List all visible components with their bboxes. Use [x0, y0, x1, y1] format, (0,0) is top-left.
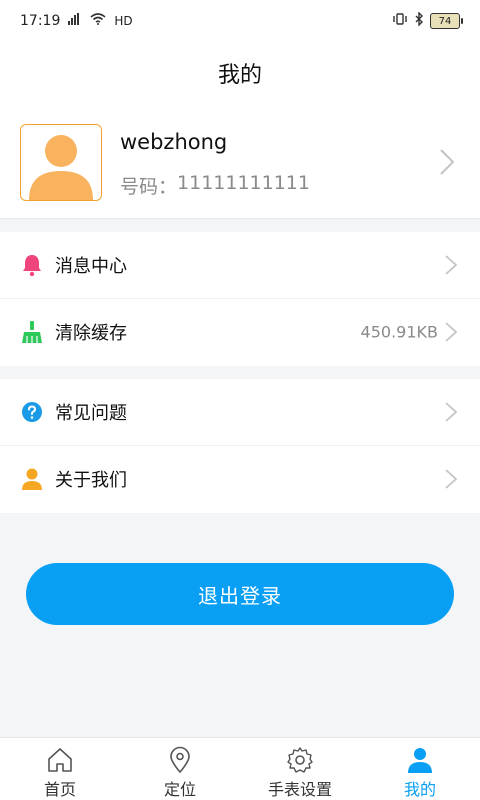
menu-group-1: 消息中心 清除缓存 450.91KB — [0, 232, 480, 366]
question-icon — [22, 402, 42, 422]
gear-icon — [287, 747, 313, 773]
tab-home[interactable]: 首页 — [0, 738, 120, 800]
profile-card[interactable]: webzhong 号码： 11111111111 — [0, 104, 480, 219]
broom-icon — [22, 321, 42, 343]
chevron-right-icon — [445, 469, 458, 489]
location-pin-icon — [170, 746, 190, 774]
phone-row: 号码： 11111111111 — [120, 172, 310, 199]
bluetooth-icon — [414, 11, 424, 30]
avatar[interactable] — [20, 124, 102, 201]
menu-item-about-us[interactable]: 关于我们 — [0, 446, 480, 512]
status-bar: 17:19 HD 74 — [0, 0, 480, 42]
username: webzhong — [120, 130, 228, 154]
bottom-tab-bar: 首页 定位 手表设置 我的 — [0, 737, 480, 800]
chevron-right-icon — [445, 255, 458, 275]
page-title-bar: 我的 — [0, 42, 480, 105]
wifi-icon — [90, 13, 106, 29]
menu-item-label: 关于我们 — [55, 470, 127, 491]
menu-item-faq[interactable]: 常见问题 — [0, 379, 480, 446]
menu-item-label: 常见问题 — [55, 403, 127, 424]
user-icon — [408, 748, 432, 773]
tab-label: 我的 — [403, 780, 436, 799]
home-icon — [48, 748, 72, 772]
status-time: 17:19 — [20, 13, 61, 29]
menu-item-clear-cache[interactable]: 清除缓存 450.91KB — [0, 299, 480, 365]
logout-button[interactable]: 退出登录 — [26, 563, 454, 625]
default-avatar-icon — [29, 135, 93, 200]
tab-label: 定位 — [163, 780, 196, 799]
chevron-right-icon — [440, 149, 455, 175]
tab-location[interactable]: 定位 — [120, 738, 240, 800]
chevron-right-icon — [445, 322, 458, 342]
tab-watch-settings[interactable]: 手表设置 — [240, 738, 360, 800]
phone-label: 号码： — [120, 176, 178, 198]
network-type: HD — [114, 14, 133, 28]
bell-icon — [23, 255, 41, 277]
tab-label: 手表设置 — [267, 780, 332, 799]
person-icon — [22, 468, 42, 490]
menu-item-message-center[interactable]: 消息中心 — [0, 232, 480, 299]
tab-label: 首页 — [43, 780, 76, 799]
page-title: 我的 — [217, 63, 262, 88]
menu-item-label: 消息中心 — [55, 256, 127, 277]
signal-icon — [68, 13, 82, 29]
battery-indicator: 74 — [430, 13, 463, 29]
cache-size: 450.91KB — [360, 322, 438, 342]
tab-mine[interactable]: 我的 — [360, 738, 480, 800]
menu-group-2: 常见问题 关于我们 — [0, 379, 480, 513]
vibrate-icon — [392, 13, 408, 29]
menu-item-label: 清除缓存 — [55, 323, 127, 344]
chevron-right-icon — [445, 402, 458, 422]
phone-number: 11111111111 — [177, 172, 310, 194]
